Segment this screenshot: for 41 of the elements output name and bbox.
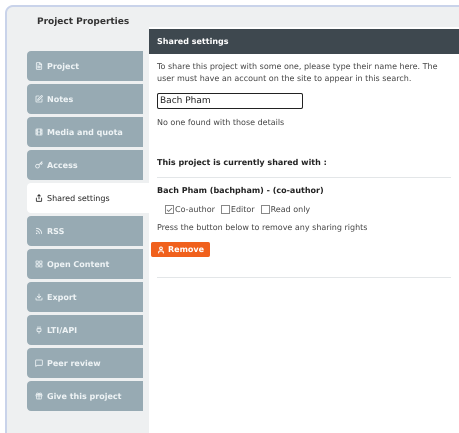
sidebar-tab[interactable]: Access xyxy=(27,150,143,180)
sidebar-tab[interactable]: Give this project xyxy=(27,381,143,411)
search-field[interactable]: Bach Pham xyxy=(157,93,303,109)
window-title: Project Properties xyxy=(36,16,130,27)
sidebar-tab[interactable]: Export xyxy=(27,282,143,312)
tab-icon xyxy=(35,293,43,301)
role-checkbox[interactable]: Co-author xyxy=(165,205,215,214)
checkbox[interactable] xyxy=(260,205,270,214)
shared-heading: This project is currently shared with : xyxy=(157,157,328,169)
tab-icon xyxy=(35,161,43,169)
role-label: Read only xyxy=(270,205,310,214)
sidebar-tab[interactable]: RSS xyxy=(27,216,143,246)
tab-icon xyxy=(35,260,43,268)
checkbox[interactable] xyxy=(220,205,230,214)
remove-hint: Press the button below to remove any sharing rights xyxy=(157,222,368,234)
role-label: Editor xyxy=(230,205,255,214)
panel-title: Shared settings xyxy=(149,29,459,54)
checkbox[interactable] xyxy=(165,205,174,214)
tab-icon xyxy=(35,95,43,103)
sidebar-tab[interactable]: Media and quota xyxy=(27,117,143,147)
sidebar-tab[interactable]: Open Content xyxy=(27,249,143,279)
tab-icon xyxy=(35,62,43,70)
shared-user: Bach Pham (bachpham) - (co-author) xyxy=(157,185,325,197)
search-result-text: No one found with those details xyxy=(157,117,286,129)
tab-icon xyxy=(35,359,43,367)
tab-icon xyxy=(35,326,43,334)
sidebar-tab[interactable]: Notes xyxy=(27,84,143,114)
sidebar-tab[interactable]: Shared settings xyxy=(27,183,149,213)
remove-button[interactable]: Remove xyxy=(151,242,210,257)
sidebar-tab[interactable]: Project xyxy=(27,51,143,81)
tab-icon xyxy=(35,194,43,202)
user-icon xyxy=(157,246,165,254)
tab-icon xyxy=(35,227,43,235)
intro-text: To share this project with some one, please type their name here. The user must have an account on the site to appear in this search. xyxy=(157,61,439,85)
role-checkbox[interactable]: Read only xyxy=(260,205,310,214)
tab-icon xyxy=(35,392,43,400)
role-checkbox[interactable]: Editor xyxy=(220,205,255,214)
role-label: Co-author xyxy=(175,205,215,214)
sidebar-tab[interactable]: LTI/API xyxy=(27,315,143,345)
sidebar-tab[interactable]: Peer review xyxy=(27,348,143,378)
tab-icon xyxy=(35,128,43,136)
